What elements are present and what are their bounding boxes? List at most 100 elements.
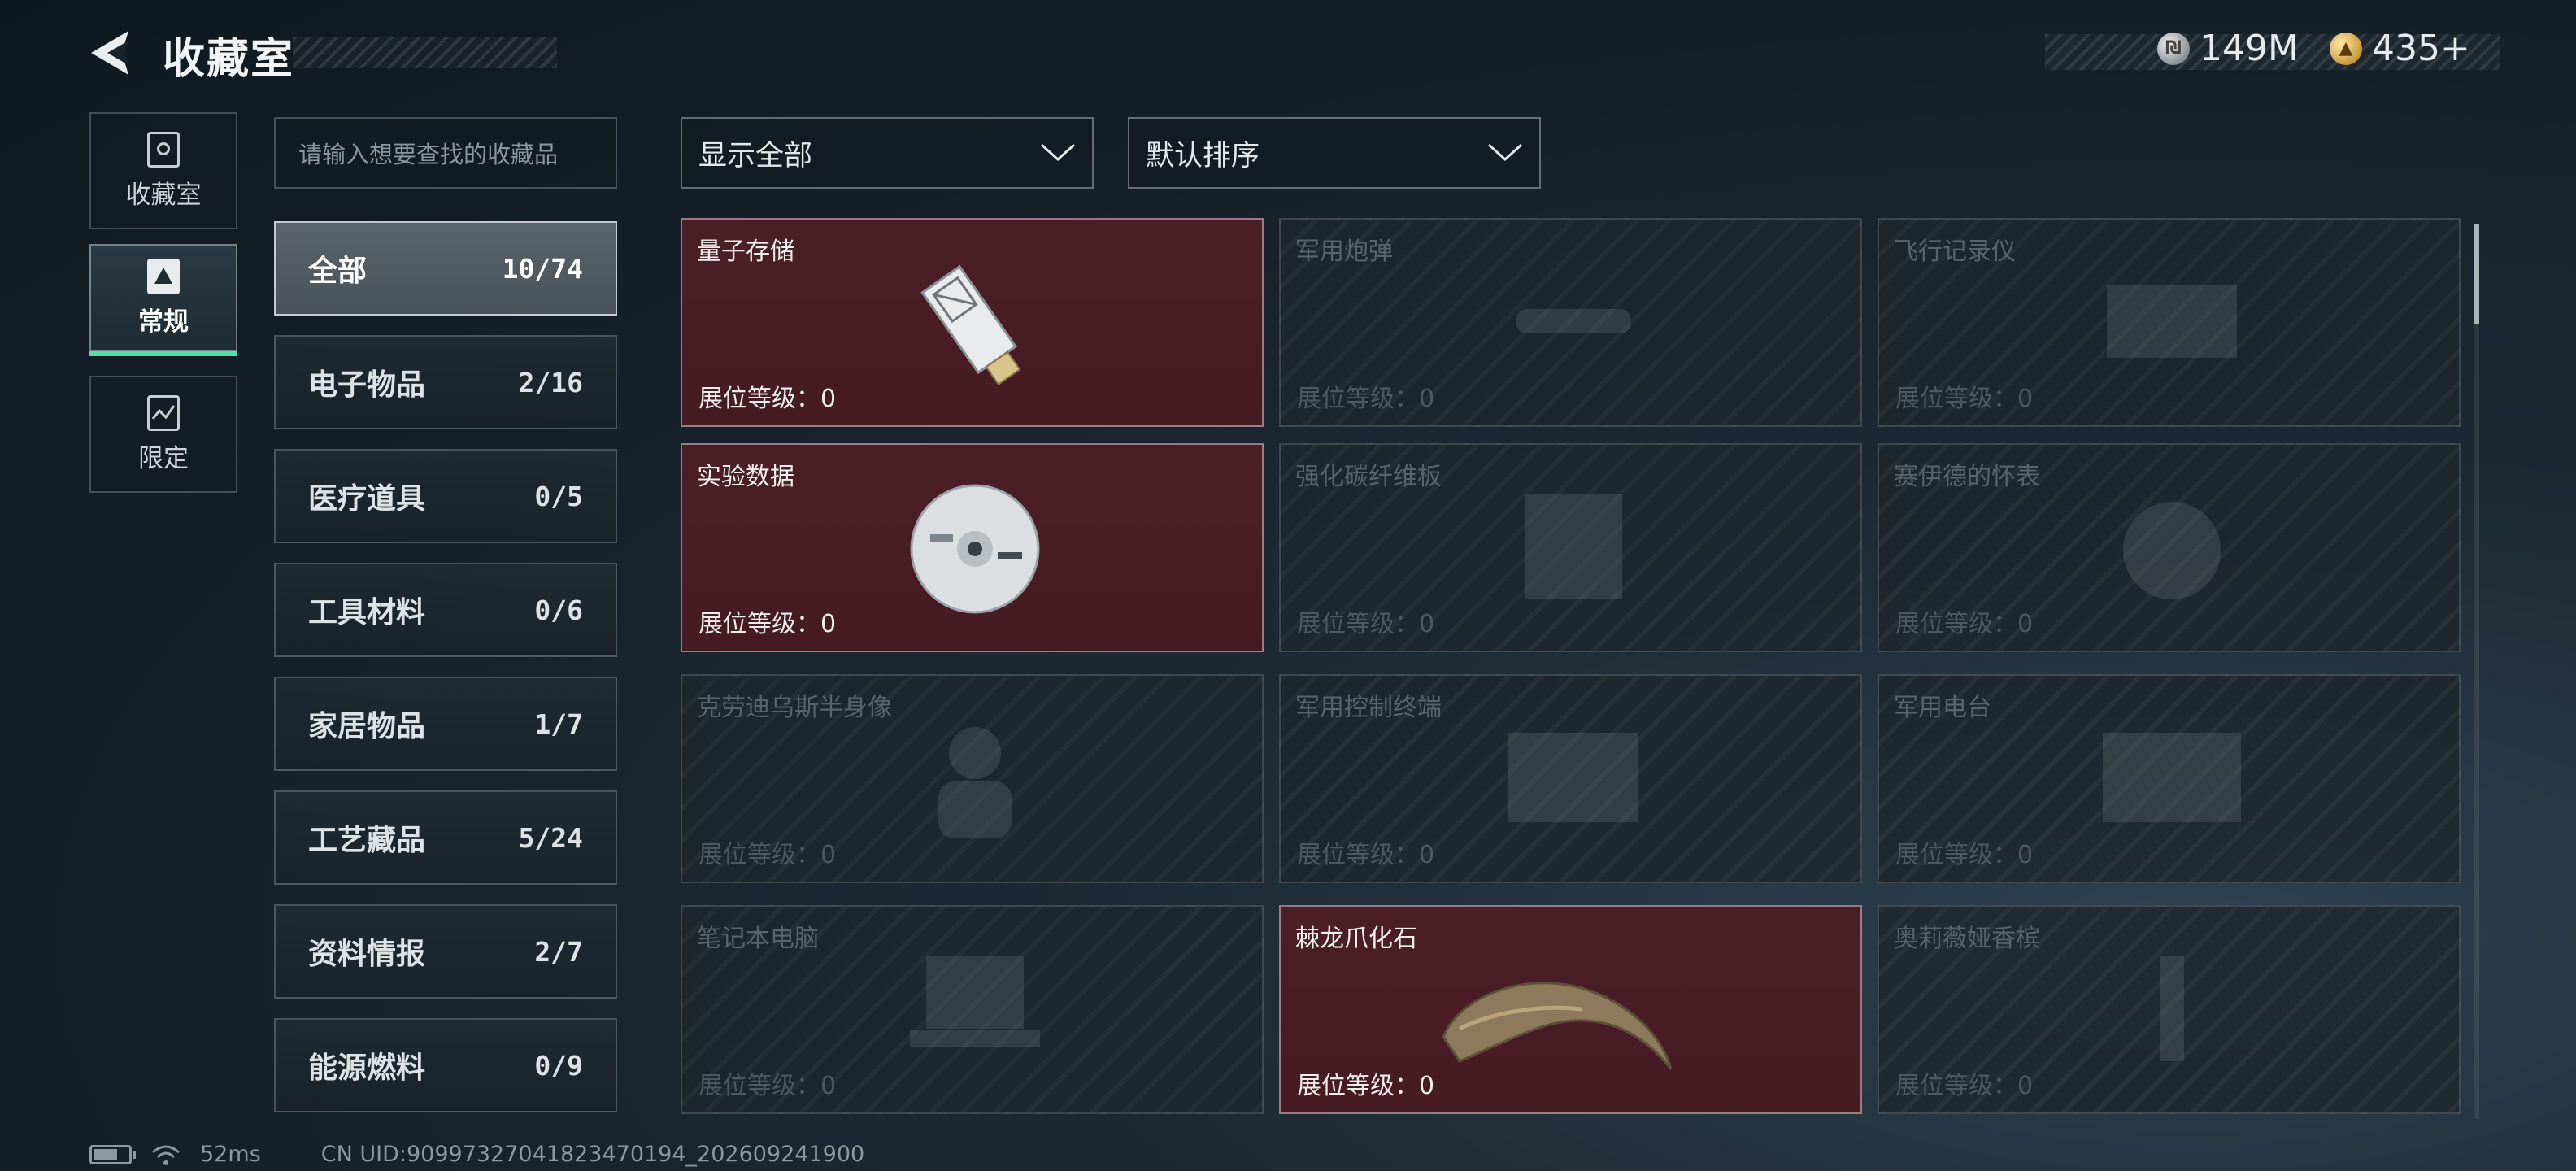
category-name: 家居物品 xyxy=(308,710,426,743)
gold-coin-icon: ▲ xyxy=(2330,32,2362,65)
silver-coin-icon: ₪ xyxy=(2157,32,2190,65)
item-level: 展位等级：0 xyxy=(1895,610,2034,638)
title-decoration xyxy=(293,37,557,68)
category-name: 工艺藏品 xyxy=(308,824,426,857)
collection-room-icon xyxy=(147,131,180,168)
wifi-icon xyxy=(152,1145,180,1165)
item-level: 展位等级：0 xyxy=(1895,385,2034,413)
currency-gold[interactable]: ▲ 435+ xyxy=(2330,28,2470,69)
radio-icon xyxy=(2091,708,2253,847)
category-count: 1/7 xyxy=(534,707,583,740)
collection-item-card[interactable]: 量子存储 展位等级：0 xyxy=(681,218,1264,427)
item-level: 展位等级：0 xyxy=(1895,841,2034,869)
battery-icon xyxy=(89,1144,136,1164)
category-item[interactable]: 医疗道具 0/5 xyxy=(274,449,617,543)
collection-item-card[interactable]: 强化碳纤维板 展位等级：0 xyxy=(1279,443,1862,652)
item-level: 展位等级：0 xyxy=(1297,610,1435,638)
item-level: 展位等级：0 xyxy=(698,610,837,638)
collection-item-card[interactable]: 军用电台展位等级：0 xyxy=(1878,674,2461,883)
recorder-icon xyxy=(2091,252,2253,390)
back-arrow-icon[interactable] xyxy=(88,28,138,78)
item-level: 展位等级：0 xyxy=(1297,841,1435,869)
collection-item-card[interactable]: 赛伊德的怀表 展位等级：0 xyxy=(1878,443,2461,652)
item-name: 军用电台 xyxy=(1894,694,1991,722)
category-name: 全部 xyxy=(308,255,368,288)
collection-item-card[interactable]: 飞行记录仪展位等级：0 xyxy=(1878,218,2461,427)
chevron-down-icon xyxy=(1040,143,1076,162)
item-name: 棘龙爪化石 xyxy=(1295,925,1417,953)
category-count: 0/6 xyxy=(534,594,583,626)
category-count: 10/74 xyxy=(502,252,583,285)
category-item[interactable]: 资料情报 2/7 xyxy=(274,904,617,999)
limited-icon xyxy=(147,394,180,431)
category-item[interactable]: 全部 10/74 xyxy=(274,221,617,316)
item-name: 飞行记录仪 xyxy=(1894,237,2016,266)
user-uid: CN UID:909973270418234701​94_20260924190… xyxy=(320,1142,865,1167)
item-name: 赛伊德的怀表 xyxy=(1894,463,2040,491)
category-item[interactable]: 工具材料 0/6 xyxy=(274,563,617,657)
shell-icon xyxy=(1492,252,1655,390)
gold-amount: 435+ xyxy=(2372,28,2470,69)
side-tab-label: 常规 xyxy=(138,307,189,337)
claw-icon xyxy=(1442,939,1673,1077)
category-item[interactable]: 工艺藏品 5/24 xyxy=(274,790,617,885)
scrollbar-track[interactable] xyxy=(2474,224,2479,1119)
category-count: 0/9 xyxy=(534,1049,583,1082)
collection-item-card[interactable]: 军用炮弹展位等级：0 xyxy=(1279,218,1862,427)
category-count: 0/5 xyxy=(534,480,583,512)
regular-icon xyxy=(147,258,180,294)
display-filter-value: 显示全部 xyxy=(698,139,813,172)
laptop-icon xyxy=(894,939,1056,1077)
category-count: 2/7 xyxy=(534,935,583,968)
item-level: 展位等级：0 xyxy=(698,1072,837,1100)
panel-icon xyxy=(1492,477,1655,616)
side-tab-limited[interactable]: 限定 xyxy=(89,376,237,493)
item-name: 量子存储 xyxy=(697,237,794,266)
category-name: 资料情报 xyxy=(308,938,426,971)
side-tab-label: 收藏室 xyxy=(125,180,202,210)
collection-item-card[interactable]: 奥莉薇娅香槟 展位等级：0 xyxy=(1878,905,2461,1114)
side-tab-collection-room[interactable]: 收藏室 xyxy=(89,112,237,229)
collection-item-card[interactable]: 实验数据展位等级：0 xyxy=(681,443,1264,652)
display-filter-dropdown[interactable]: 显示全部 xyxy=(681,117,1094,189)
item-name: 笔记本电脑 xyxy=(697,925,819,953)
item-level: 展位等级：0 xyxy=(1297,385,1435,413)
item-name: 军用炮弹 xyxy=(1295,237,1393,266)
item-level: 展位等级：0 xyxy=(1297,1072,1435,1100)
active-tab-indicator xyxy=(89,351,237,356)
item-name: 强化碳纤维板 xyxy=(1295,463,1442,491)
ping-value: 52ms xyxy=(200,1142,261,1167)
item-name: 克劳迪乌斯半身像 xyxy=(697,694,892,722)
collection-item-card[interactable]: 军用控制终端 展位等级：0 xyxy=(1279,674,1862,883)
category-item[interactable]: 电子物品 2/16 xyxy=(274,335,617,429)
search-input[interactable]: 请输入想要查找的收藏品 xyxy=(274,117,617,189)
item-name: 实验数据 xyxy=(697,463,794,491)
category-name: 医疗道具 xyxy=(308,482,426,516)
category-name: 工具材料 xyxy=(308,596,426,629)
bust-icon xyxy=(894,708,1056,847)
side-tab-regular[interactable]: 常规 xyxy=(89,244,237,356)
silver-amount: 149M xyxy=(2200,28,2299,69)
category-name: 能源燃料 xyxy=(308,1051,426,1085)
chevron-down-icon xyxy=(1487,143,1523,162)
sort-dropdown[interactable]: 默认排序 xyxy=(1128,117,1541,189)
category-name: 电子物品 xyxy=(308,368,426,402)
watch-icon xyxy=(2091,477,2253,616)
collection-item-card[interactable]: 笔记本电脑展位等级：0 xyxy=(681,905,1264,1114)
page-title: 收藏室 xyxy=(163,35,295,84)
item-level: 展位等级：0 xyxy=(698,841,837,869)
scrollbar-thumb[interactable] xyxy=(2474,224,2479,324)
category-count: 2/16 xyxy=(518,366,583,398)
category-item[interactable]: 家居物品 1/7 xyxy=(274,677,617,771)
sort-value: 默认排序 xyxy=(1146,139,1260,172)
terminal-icon xyxy=(1492,708,1655,847)
side-tab-label: 限定 xyxy=(138,443,189,473)
collection-item-card[interactable]: 棘龙爪化石展位等级：0 xyxy=(1279,905,1862,1114)
item-name: 军用控制终端 xyxy=(1295,694,1442,722)
category-item[interactable]: 能源燃料 0/9 xyxy=(274,1018,617,1112)
usb-drive-icon xyxy=(894,252,1056,390)
item-level: 展位等级：0 xyxy=(1895,1072,2034,1100)
collection-item-card[interactable]: 克劳迪乌斯半身像 展位等级：0 xyxy=(681,674,1264,883)
item-name: 奥莉薇娅香槟 xyxy=(1894,925,2040,953)
currency-silver[interactable]: ₪ 149M xyxy=(2157,28,2299,69)
